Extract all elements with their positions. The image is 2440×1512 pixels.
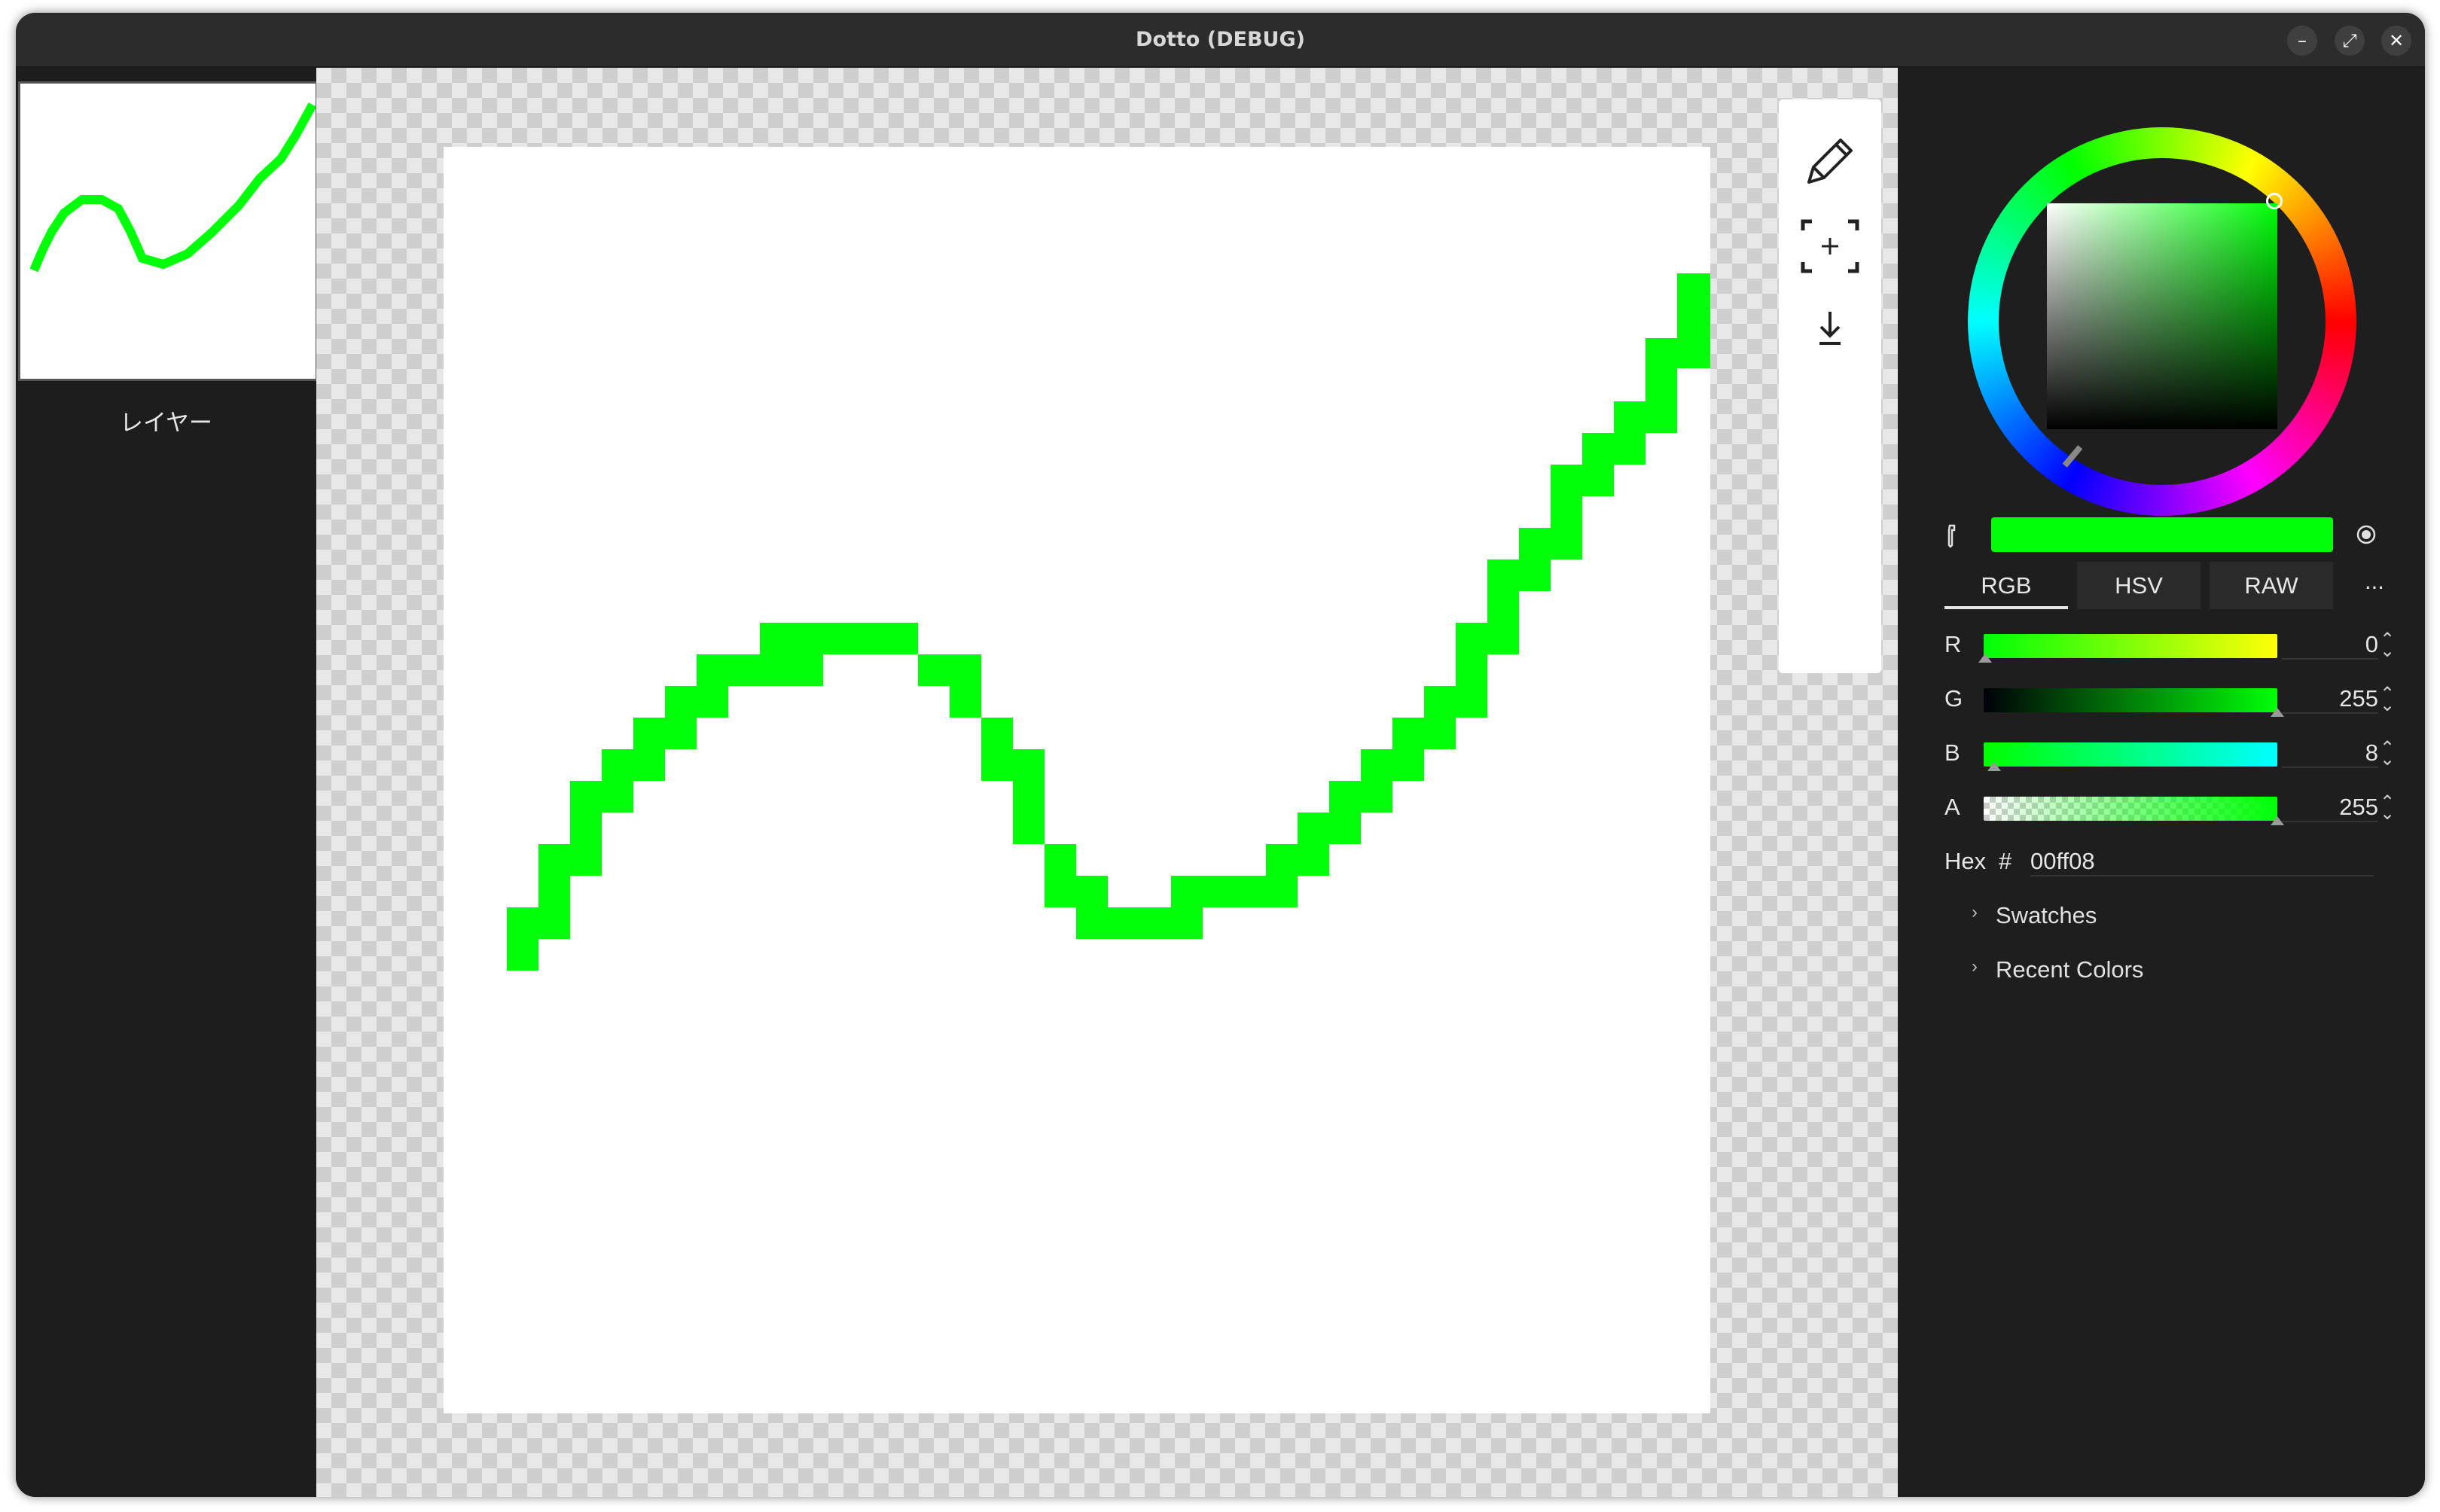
alpha-slider[interactable] — [1984, 797, 2277, 821]
maximize-button[interactable]: ⤢ — [2335, 26, 2365, 56]
hex-hash: # — [1999, 848, 2012, 874]
title-bar: Dotto (DEBUG) – ⤢ ✕ — [16, 13, 2425, 68]
tab-raw[interactable]: RAW — [2210, 562, 2333, 609]
sv-handle[interactable] — [2266, 193, 2283, 209]
green-value-input[interactable]: 255 — [2282, 685, 2378, 714]
blue-slider-knob[interactable] — [1987, 762, 2001, 771]
green-slider[interactable] — [1984, 688, 2277, 712]
red-slider[interactable] — [1984, 634, 2277, 658]
channel-g-label: G — [1944, 685, 1963, 712]
minimize-button[interactable]: – — [2287, 26, 2317, 56]
eyedropper-icon[interactable] — [1941, 523, 1963, 550]
canvas-resize-button[interactable] — [1794, 212, 1866, 280]
saturation-value-square[interactable] — [2047, 203, 2277, 429]
current-color-swatch — [1991, 517, 2333, 552]
red-slider-knob[interactable] — [1978, 654, 1992, 663]
layer-thumbnail[interactable] — [18, 81, 318, 381]
export-button[interactable] — [1794, 297, 1866, 364]
red-spin-icon[interactable]: ⌃ ⌄ — [2380, 631, 2395, 660]
crop-icon — [1801, 219, 1859, 273]
more-tabs-button[interactable]: ... — [2365, 568, 2384, 595]
app-window: Dotto (DEBUG) – ⤢ ✕ レイヤー RGB HSV RAW ...… — [16, 13, 2425, 1497]
blue-spin-icon[interactable]: ⌃ ⌄ — [2380, 739, 2395, 769]
pencil-icon — [1807, 139, 1853, 184]
close-button[interactable]: ✕ — [2381, 26, 2411, 56]
blue-value-input[interactable]: 8 — [2282, 739, 2378, 768]
color-target-icon[interactable] — [2356, 524, 2377, 545]
swatches-chevron-icon[interactable]: › — [1972, 902, 1978, 923]
red-value-input[interactable]: 0 — [2282, 631, 2378, 660]
recent-colors-chevron-icon[interactable]: › — [1972, 956, 1978, 977]
swatches-expander[interactable]: Swatches — [1996, 902, 2097, 929]
channel-r-label: R — [1944, 631, 1962, 657]
tab-hsv[interactable]: HSV — [2077, 562, 2201, 609]
layer-preview — [29, 102, 317, 273]
canvas-area[interactable] — [316, 68, 1898, 1497]
layers-panel: レイヤー — [16, 68, 318, 1497]
channel-a-label: A — [1944, 794, 1960, 820]
layer-name[interactable]: レイヤー — [16, 404, 316, 437]
alpha-spin-icon[interactable]: ⌃ ⌄ — [2380, 794, 2395, 823]
color-panel: RGB HSV RAW ... R 0 ⌃ ⌄ G 255 ⌃ ⌄ B 8 ⌃ ⌄ A… — [1898, 68, 2425, 1497]
channel-b-label: B — [1944, 739, 1960, 766]
tool-palette — [1779, 99, 1881, 673]
download-icon — [1819, 312, 1841, 345]
hex-input[interactable]: 00ff08 — [2030, 848, 2374, 876]
pencil-tool-button[interactable] — [1794, 128, 1866, 196]
green-spin-icon[interactable]: ⌃ ⌄ — [2380, 685, 2395, 715]
blue-slider[interactable] — [1984, 742, 2277, 767]
drawing-canvas[interactable] — [444, 147, 1710, 1413]
pixel-stroke — [507, 273, 1710, 971]
recent-colors-expander[interactable]: Recent Colors — [1996, 956, 2143, 983]
window-title: Dotto (DEBUG) — [1136, 28, 1305, 51]
alpha-value-input[interactable]: 255 — [2282, 794, 2378, 822]
hex-label: Hex — [1944, 848, 1987, 874]
tab-rgb[interactable]: RGB — [1944, 562, 2068, 609]
